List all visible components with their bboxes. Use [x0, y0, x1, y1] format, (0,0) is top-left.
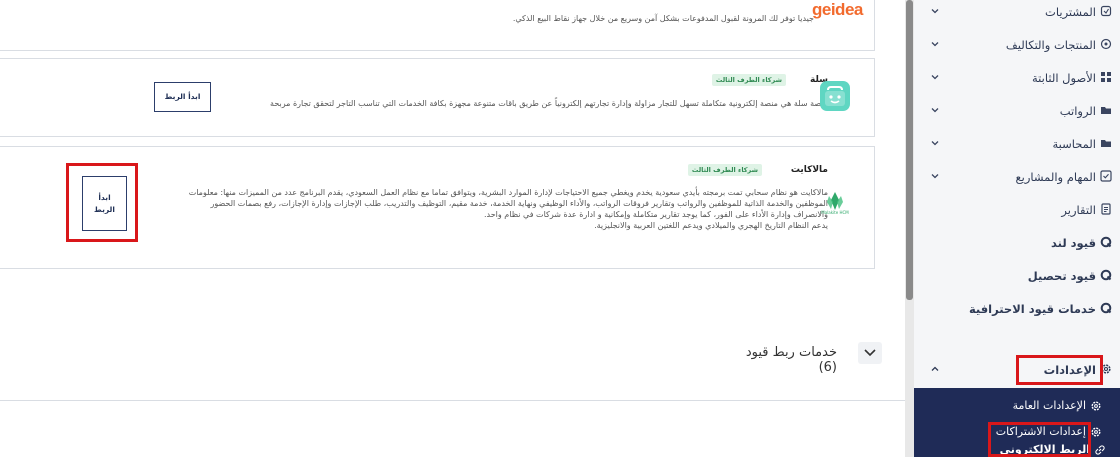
gear-icon: [1091, 427, 1101, 437]
integration-card-salla: سلة شركاء الطرف الثالث منصة سلة هي منصة …: [0, 58, 875, 137]
malakite-logo: Malakite HCM: [817, 190, 853, 218]
sidebar-item-label: الأصول الثابتة: [1032, 70, 1096, 85]
chevron-down-icon: [931, 174, 939, 179]
sidebar-item-label: قيود لند: [1051, 235, 1096, 250]
sidebar-item-payroll[interactable]: الرواتب: [914, 94, 1120, 127]
sidebar-item-qoyod-collect[interactable]: قيود تحصيل: [914, 259, 1120, 292]
malakite-logo-caption: Malakite HCM: [821, 210, 849, 215]
highlight-electronic-linking: [988, 422, 1091, 457]
sidebar-item-qoyod-lend[interactable]: قيود لند: [914, 226, 1120, 259]
sidebar-item-tasks-projects[interactable]: المهام والمشاريع: [914, 160, 1120, 193]
chevron-down-icon: [931, 108, 939, 113]
malakite-description-line: مالاكايت هو نظام سحابي تمت برمجته بأيدي …: [188, 188, 828, 197]
geidea-logo: geidea: [812, 0, 863, 19]
sidebar-item-label: المنتجات والتكاليف: [1005, 37, 1096, 52]
services-toggle-button[interactable]: [858, 342, 882, 364]
sidebar-item-label: الرواتب: [1059, 103, 1096, 118]
main-content: جيديا توفر لك المرونة لقبول المدفوعات بش…: [0, 0, 905, 457]
sidebar-item-label: المحاسبة: [1052, 136, 1096, 151]
sidebar-item-products[interactable]: المنتجات والتكاليف: [914, 28, 1120, 61]
chevron-up-icon: [931, 366, 939, 371]
qoyod-lend-icon: [1100, 236, 1112, 248]
pro-services-icon: [1100, 302, 1112, 314]
sidebar-item-label: التقارير: [1061, 202, 1096, 217]
malakite-description: مالاكايت هو نظام سحابي تمت برمجته بأيدي …: [128, 187, 828, 231]
reports-icon: [1101, 203, 1111, 215]
highlight-settings: [1016, 355, 1103, 385]
main-scrollbar[interactable]: [905, 0, 914, 457]
products-icon: [1100, 38, 1112, 50]
malakite-badge: شركاء الطرف الثالث: [687, 164, 762, 176]
salla-description: منصة سلة هي منصة إلكترونية متكاملة تسهل …: [270, 99, 828, 108]
sidebar-item-fixed-assets[interactable]: الأصول الثابتة: [914, 61, 1120, 94]
malakite-name: مالاكايت: [790, 165, 828, 175]
highlight-connect-button: [66, 163, 138, 242]
chevron-down-icon: [864, 349, 876, 357]
sidebar-item-reports[interactable]: التقارير: [914, 193, 1120, 226]
sidebar-item-pro-services[interactable]: خدمات قيود الاحترافية: [914, 292, 1120, 325]
sidebar-item-label: خدمات قيود الاحترافية: [968, 301, 1096, 316]
sidebar-item-label: المهام والمشاريع: [1015, 169, 1096, 184]
gear-icon: [1091, 401, 1101, 411]
malakite-description-line: يدعم النظام التاريخ الهجري والميلادي ويد…: [594, 221, 828, 230]
scrollbar-thumb[interactable]: [906, 0, 913, 300]
malakite-description-line: والانصراف وإدارة الأداء على الفور، كما ي…: [483, 210, 828, 219]
submenu-item-label: الإعدادات العامة: [1012, 399, 1086, 412]
sidebar-item-label: قيود تحصيل: [1027, 268, 1096, 283]
chevron-down-icon: [931, 75, 939, 80]
sidebar-item-accounting[interactable]: المحاسبة: [914, 127, 1120, 160]
qoyod-collect-icon: [1100, 269, 1112, 281]
accounting-icon: [1101, 140, 1111, 147]
sidebar-item-purchases[interactable]: المشتريات: [914, 0, 1120, 28]
chevron-down-icon: [931, 42, 939, 47]
purchases-icon: [1100, 5, 1112, 17]
link-icon: [1095, 445, 1105, 455]
sidebar-item-label: المشتريات: [1045, 4, 1096, 19]
integration-card-geidea: جيديا توفر لك المرونة لقبول المدفوعات بش…: [0, 0, 875, 51]
submenu-item-general-settings[interactable]: الإعدادات العامة: [914, 394, 1120, 418]
content-divider: [0, 400, 905, 401]
chevron-down-icon: [931, 9, 939, 14]
salla-connect-button[interactable]: ابدأ الربط: [154, 82, 211, 112]
salla-badge: شركاء الطرف الثالث: [711, 74, 786, 86]
chevron-down-icon: [931, 141, 939, 146]
salla-logo: [820, 81, 850, 111]
tasks-icon: [1100, 170, 1112, 182]
assets-icon: [1101, 72, 1111, 82]
services-title: خدمات ربط قيود (6): [745, 345, 837, 375]
payroll-icon: [1101, 107, 1111, 114]
geidea-description: جيديا توفر لك المرونة لقبول المدفوعات بش…: [512, 14, 814, 23]
malakite-description-line: الموظفين والخدمة الذاتية للموظفين والروا…: [210, 199, 828, 208]
